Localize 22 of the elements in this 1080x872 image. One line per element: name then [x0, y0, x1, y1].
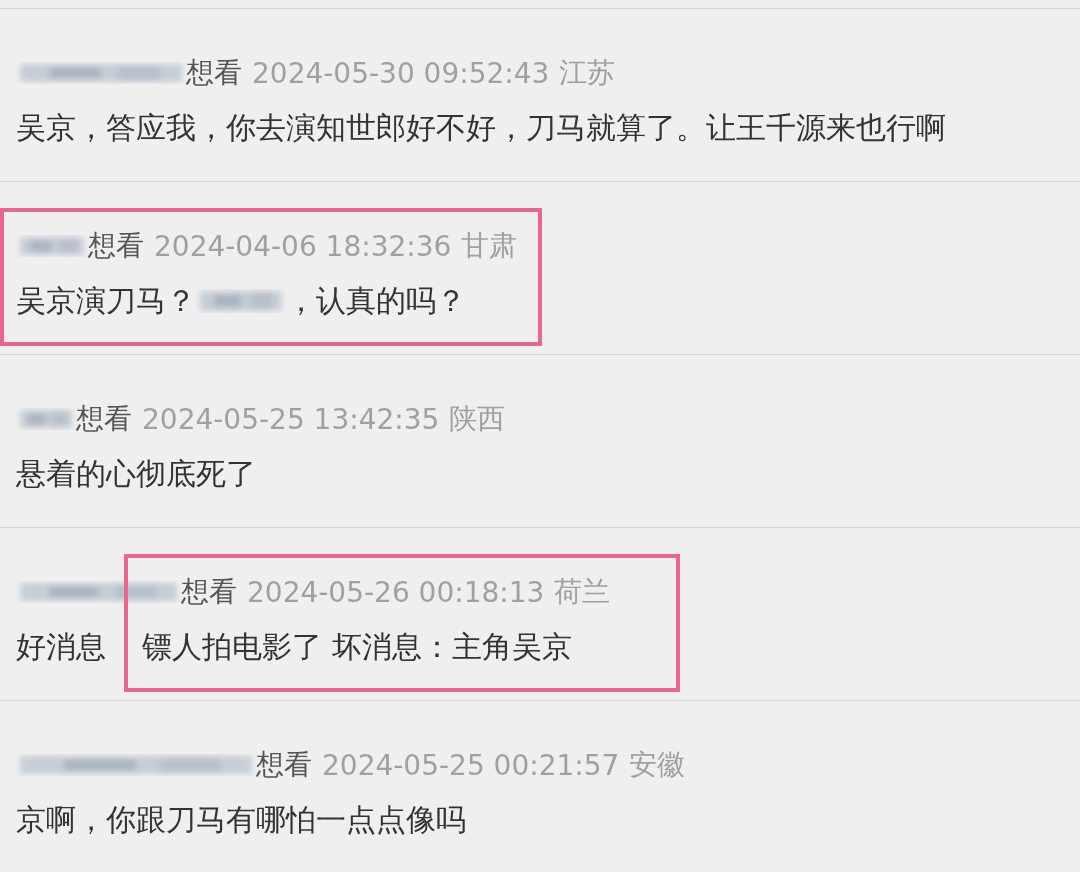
comment-text: 镖人拍电影了 坏消息：主角吴京 — [142, 627, 572, 666]
comment-text: 悬着的心彻底死了 — [16, 454, 256, 493]
comment-location: 荷兰 — [554, 574, 611, 610]
comment-text: 京啊，你跟刀马有哪怕一点点像吗 — [16, 800, 466, 839]
comment-location: 陕西 — [449, 401, 506, 437]
reaction-label: 想看 — [181, 574, 237, 610]
comment-date: 2024-05-26 00:18:13 — [247, 575, 545, 609]
comment-text: ，认真的吗？ — [286, 281, 466, 320]
comment-date: 2024-05-30 09:52:43 — [252, 56, 550, 90]
comment-text: 吴京，答应我，你去演知世郎好不好，刀马就算了。让王千源来也行啊 — [16, 108, 946, 147]
comment-date: 2024-05-25 00:21:57 — [322, 748, 620, 782]
reaction-label: 想看 — [88, 228, 144, 264]
comment-location: 江苏 — [559, 55, 616, 91]
comment-date: 2024-05-25 13:42:35 — [142, 402, 440, 436]
comment-text: 吴京演刀马？ — [16, 281, 196, 320]
reaction-label: 想看 — [256, 747, 312, 783]
comment-location: 安徽 — [629, 747, 686, 783]
comment-text: 好消息 — [16, 627, 106, 666]
reaction-label: 想看 — [186, 55, 242, 91]
comment-date: 2024-04-06 18:32:36 — [154, 229, 452, 263]
reaction-label: 想看 — [76, 401, 132, 437]
comment-location: 甘肃 — [461, 228, 518, 264]
